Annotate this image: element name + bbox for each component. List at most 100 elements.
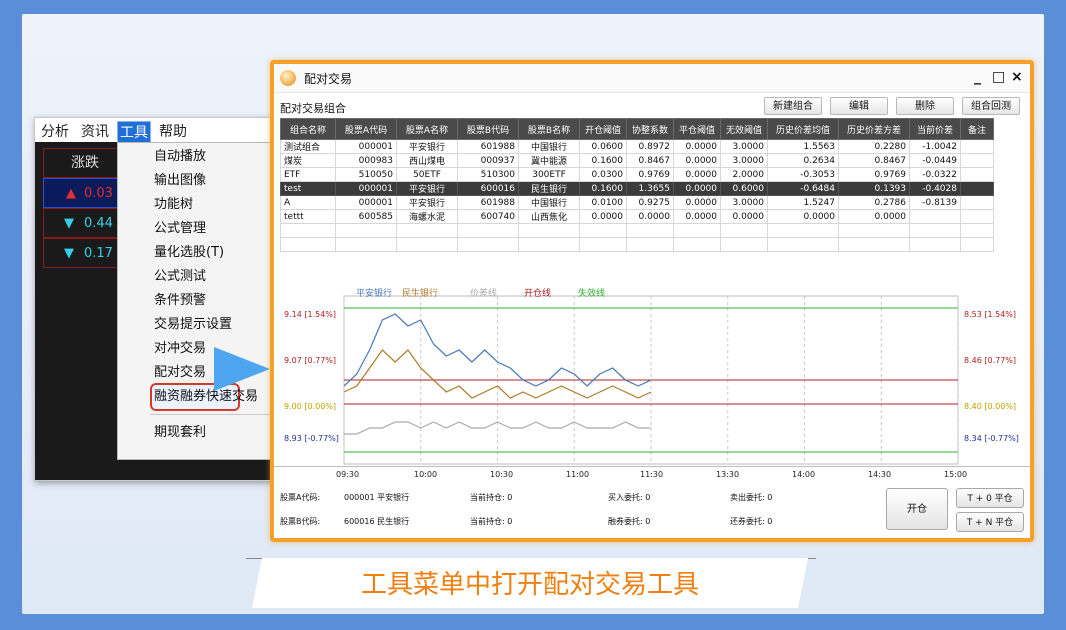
- menu-item-formula-test[interactable]: 公式测试: [154, 265, 206, 289]
- buy-entrust: 买入委托: 0: [608, 493, 651, 502]
- time-tick: 10:30: [490, 470, 514, 479]
- menu-item-autoplay[interactable]: 自动播放: [154, 145, 206, 169]
- tn-close-button[interactable]: T + N 平仓: [956, 512, 1024, 532]
- table-cell: 2.0000: [720, 167, 768, 182]
- column-header[interactable]: 无效阈值: [720, 118, 768, 140]
- menu-item-alert[interactable]: 条件预警: [154, 289, 206, 313]
- close-icon[interactable]: ×: [1011, 69, 1023, 85]
- table-cell: -1.0042: [909, 139, 961, 154]
- column-header[interactable]: 组合名称: [280, 118, 336, 140]
- stock-b-label: 股票B代码:: [280, 517, 321, 526]
- table-cell: 1.5247: [767, 195, 839, 210]
- time-tick: 13:30: [716, 470, 740, 479]
- table-row[interactable]: test 000001 平安银行 600016 民生银行 0.1600 1.3655 0.00…: [280, 181, 994, 196]
- table-row[interactable]: ETF 510050 50ETF 510300 300ETF 0.0300 0.9769 0.…: [280, 167, 994, 182]
- table-cell: [720, 237, 768, 252]
- table-cell: 0.0000: [673, 195, 721, 210]
- table-cell: [838, 237, 910, 252]
- table-cell: 1.5563: [767, 139, 839, 154]
- menu-item-function-tree[interactable]: 功能树: [154, 193, 193, 217]
- table-cell: [673, 223, 721, 238]
- table-cell: [518, 223, 580, 238]
- maximize-icon[interactable]: □: [992, 69, 1005, 85]
- column-header[interactable]: 历史价差均值: [767, 118, 839, 140]
- right-axis-label: 8.40 [0.00%]: [964, 402, 1017, 411]
- table-cell: 0.0000: [673, 153, 721, 168]
- margin-entrust: 融券委托: 0: [608, 517, 651, 526]
- column-header[interactable]: 股票B代码: [457, 118, 519, 140]
- table-cell: [960, 237, 994, 252]
- column-header[interactable]: 备注: [960, 118, 994, 140]
- table-cell: 平安银行: [396, 139, 458, 154]
- menu-item-formula-manage[interactable]: 公式管理: [154, 217, 206, 241]
- table-cell: [335, 223, 397, 238]
- menu-item-arbitrage[interactable]: 期现套利: [154, 421, 206, 445]
- table-row[interactable]: tettt 600585 海螺水泥 600740 山西焦化 0.0000 0.0000 0.0…: [280, 209, 994, 224]
- window-title: 配对交易: [304, 72, 353, 86]
- edit-button[interactable]: 编辑: [830, 97, 888, 115]
- table-cell: 3.0000: [720, 195, 768, 210]
- minimize-icon[interactable]: _: [974, 69, 981, 85]
- stock-a-value: 000001 平安银行: [344, 493, 410, 502]
- table-cell: 510300: [457, 167, 519, 182]
- t0-close-button[interactable]: T + 0 平仓: [956, 488, 1024, 508]
- toolbar: 配对交易组合 新建组合 编辑 删除 组合回测: [274, 94, 1030, 118]
- table-row[interactable]: 测试组合 000001 平安银行 601988 中国银行 0.0600 0.8972 0.00…: [280, 139, 994, 154]
- column-header[interactable]: 历史价差方差: [838, 118, 910, 140]
- menu-item-trade-tips[interactable]: 交易提示设置: [154, 313, 232, 337]
- time-tick: 14:00: [792, 470, 816, 479]
- column-header[interactable]: 股票A名称: [396, 118, 458, 140]
- pair-table: 组合名称 股票A代码 股票A名称 股票B代码 股票B名称 开仓阈值 协整系数 平仓阈值 无效阈值…: [280, 118, 994, 252]
- table-row[interactable]: A 000001 平安银行 601988 中国银行 0.0100 0.9275 0.0000 3…: [280, 195, 994, 210]
- table-cell: 000001: [335, 181, 397, 196]
- delete-button[interactable]: 删除: [896, 97, 954, 115]
- table-cell: 000983: [335, 153, 397, 168]
- table-cell: 测试组合: [280, 139, 336, 154]
- table-cell: 山西焦化: [518, 209, 580, 224]
- section-title: 配对交易组合: [280, 102, 346, 115]
- table-cell: 3.0000: [720, 139, 768, 154]
- table-cell: [396, 223, 458, 238]
- menu-item-quant-select[interactable]: 量化选股(T): [154, 241, 224, 265]
- table-cell: 0.0000: [720, 209, 768, 224]
- menu-analysis[interactable]: 分析: [41, 121, 69, 141]
- table-cell: 0.0600: [579, 139, 627, 154]
- backtest-button[interactable]: 组合回测: [962, 97, 1020, 115]
- table-cell: 0.0100: [579, 195, 627, 210]
- tools-menu-screenshot: 分析 资讯 工具 帮助 涨跌 ▲ 0.03 ▼ 0.44 ▼ 0.17 自动播放…: [34, 117, 274, 481]
- table-cell: 0.8467: [626, 153, 674, 168]
- column-header[interactable]: 开仓阈值: [579, 118, 627, 140]
- time-tick: 10:00: [414, 470, 438, 479]
- column-header[interactable]: 平仓阈值: [673, 118, 721, 140]
- open-position-button[interactable]: 开仓: [886, 488, 948, 530]
- table-cell: [518, 237, 580, 252]
- title-bar: 配对交易 _ □ ×: [274, 64, 1030, 93]
- table-cell: 0.0000: [673, 139, 721, 154]
- column-header[interactable]: 股票B名称: [518, 118, 580, 140]
- table-cell: -0.8139: [909, 195, 961, 210]
- column-header[interactable]: 协整系数: [626, 118, 674, 140]
- left-axis-label: 9.00 [0.00%]: [284, 402, 337, 411]
- column-header[interactable]: 当前价差: [909, 118, 961, 140]
- table-cell: -0.4028: [909, 181, 961, 196]
- table-cell: 民生银行: [518, 181, 580, 196]
- table-row[interactable]: 煤炭 000983 西山煤电 000937 冀中能源 0.1600 0.8467 0.0000…: [280, 153, 994, 168]
- table-cell: 中国银行: [518, 195, 580, 210]
- table-cell: A: [280, 195, 336, 210]
- table-cell: [767, 223, 839, 238]
- table-cell: 0.0000: [767, 209, 839, 224]
- new-combo-button[interactable]: 新建组合: [764, 97, 822, 115]
- table-cell: -0.0322: [909, 167, 961, 182]
- column-header[interactable]: 股票A代码: [335, 118, 397, 140]
- menu-tools[interactable]: 工具: [117, 121, 151, 143]
- table-cell: 0.0000: [673, 167, 721, 182]
- menu-info[interactable]: 资讯: [81, 121, 109, 141]
- menu-help[interactable]: 帮助: [159, 121, 187, 141]
- table-cell: 冀中能源: [518, 153, 580, 168]
- menu-item-export-image[interactable]: 输出图像: [154, 169, 206, 193]
- legend-item: 开仓线: [524, 289, 552, 299]
- menu-item-pair-trading[interactable]: 配对交易: [154, 361, 206, 385]
- menu-item-hedge[interactable]: 对冲交易: [154, 337, 206, 361]
- table-cell: [280, 237, 336, 252]
- table-cell: 0.1600: [579, 153, 627, 168]
